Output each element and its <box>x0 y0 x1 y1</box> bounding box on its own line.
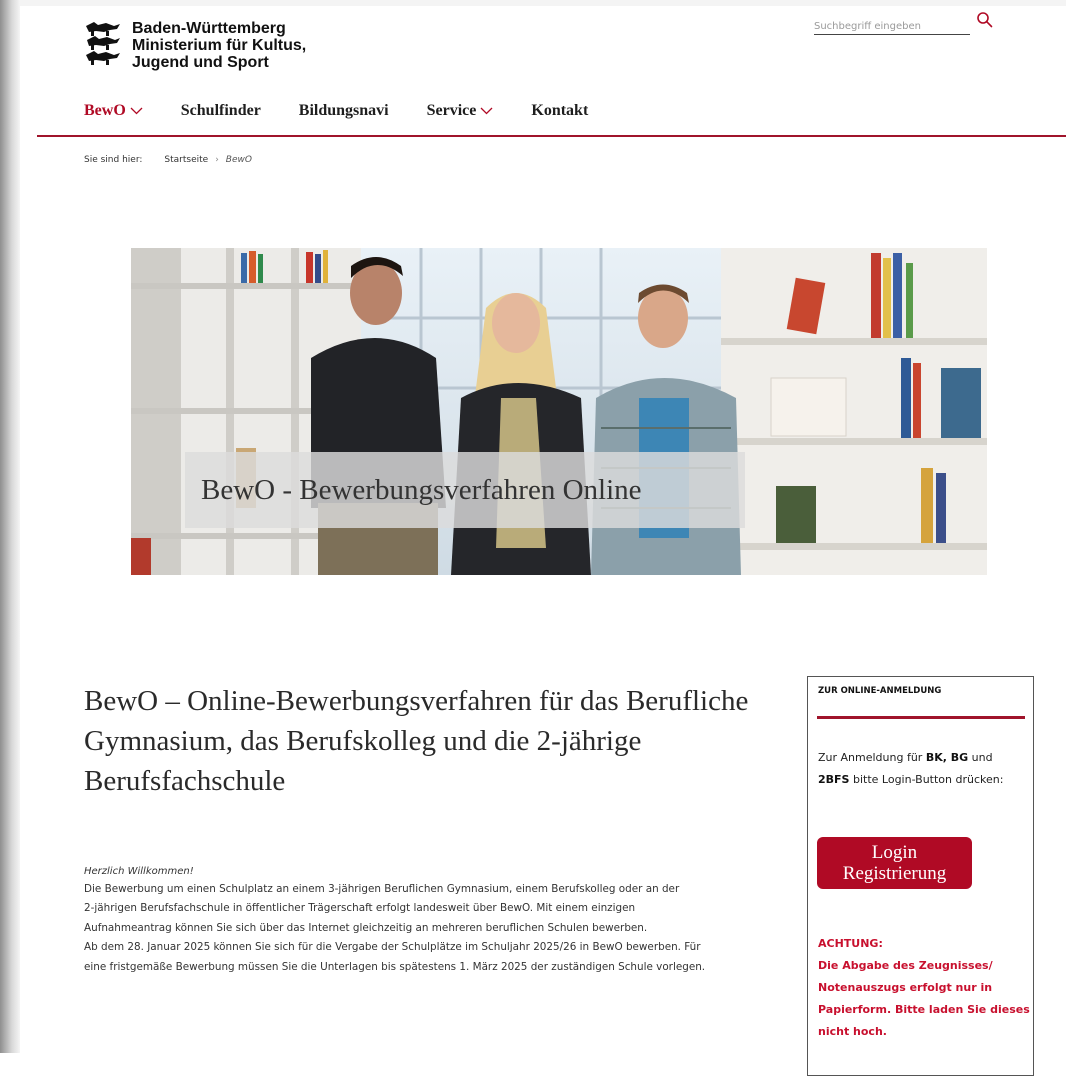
intro-line: eine fristgemäße Bewerbung müssen Sie di… <box>84 960 706 973</box>
hero-caption: BewO - Bewerbungsverfahren Online <box>185 452 745 528</box>
top-shade <box>20 0 1066 6</box>
intro-line: Die Bewerbung um einen Schulplatz an ein… <box>84 883 680 895</box>
nav-item-service[interactable]: Service <box>427 102 494 120</box>
nav-item-label: Kontakt <box>531 102 589 119</box>
online-registration-box: ZUR ONLINE-ANMELDUNG Zur Anmeldung für B… <box>807 676 1034 1076</box>
login-label: Login <box>871 842 918 863</box>
search-icon[interactable] <box>976 11 994 29</box>
ministry-logo[interactable]: Baden-Württemberg Ministerium für Kultus… <box>84 20 306 71</box>
bk-bg-label: BK, BG <box>925 751 969 764</box>
bfs-label: 2BFS <box>818 773 850 786</box>
breadcrumb: Sie sind hier: Startseite › BewO <box>84 155 252 165</box>
intro-line: Aufnahmeantrag können Sie sich über das … <box>84 921 648 934</box>
warning-text: Die Abgabe des Zeugnisses/ Notenauszugs … <box>818 959 1030 1038</box>
nav-item-label: Schulfinder <box>180 102 261 119</box>
instruction-text: Zur Anmeldung für <box>818 751 926 764</box>
window-edge-shadow <box>0 0 20 1053</box>
breadcrumb-current: BewO <box>225 155 252 165</box>
nav-item-kontakt[interactable]: Kontakt <box>531 102 588 120</box>
intro-line: 2-jährigen Berufsfachschule in öffentlic… <box>84 902 636 915</box>
chevron-down-icon <box>480 107 493 115</box>
page-title: BewO – Online-Bewerbungsverfahren für da… <box>84 685 749 797</box>
breadcrumb-prefix: Sie sind hier: <box>84 155 143 165</box>
search-field <box>814 14 970 35</box>
warning-title: ACHTUNG: <box>818 937 883 950</box>
chevron-down-icon <box>130 107 143 115</box>
sidebar-title: ZUR ONLINE-ANMELDUNG <box>818 686 942 696</box>
coat-of-arms-lions-icon <box>86 22 120 65</box>
hero-image: BewO - Bewerbungsverfahren Online <box>131 248 987 575</box>
welcome-text: Herzlich Willkommen! <box>84 866 194 877</box>
nav-item-label: BewO <box>84 102 126 119</box>
intro-paragraph: Die Bewerbung um einen Schulplatz an ein… <box>84 880 784 977</box>
logo-line-3: Jugend und Sport <box>132 54 269 71</box>
nav-item-bildungsnavi[interactable]: Bildungsnavi <box>299 102 389 120</box>
sidebar-divider <box>817 716 1025 719</box>
registration-label: Registrierung <box>842 863 947 884</box>
instruction-text: und <box>968 751 993 764</box>
instruction-text: bitte Login-Button drücken: <box>849 773 1004 786</box>
breadcrumb-separator: › <box>215 155 219 165</box>
ministry-name: Baden-Württemberg Ministerium für Kultus… <box>132 20 306 71</box>
login-registration-button[interactable]: Login Registrierung <box>817 837 972 889</box>
main-navigation: BewO Schulfinder Bildungsnavi Service Ko… <box>84 102 626 120</box>
warning-notice: ACHTUNG: Die Abgabe des Zeugnisses/ Note… <box>818 933 1030 1043</box>
intro-line: Ab dem 28. Januar 2025 können Sie sich f… <box>84 941 701 954</box>
breadcrumb-home-link[interactable]: Startseite <box>164 155 208 165</box>
nav-item-label: Service <box>426 102 477 119</box>
logo-line-1: Baden-Württemberg <box>132 20 286 37</box>
nav-item-bewo[interactable]: BewO <box>84 102 143 120</box>
search-input[interactable] <box>814 21 964 32</box>
nav-divider <box>37 135 1066 137</box>
logo-line-2: Ministerium für Kultus, <box>132 37 307 54</box>
sidebar-instruction: Zur Anmeldung für BK, BG und 2BFS bitte L… <box>818 747 1028 791</box>
nav-item-schulfinder[interactable]: Schulfinder <box>181 102 261 120</box>
nav-item-label: Bildungsnavi <box>298 102 389 119</box>
